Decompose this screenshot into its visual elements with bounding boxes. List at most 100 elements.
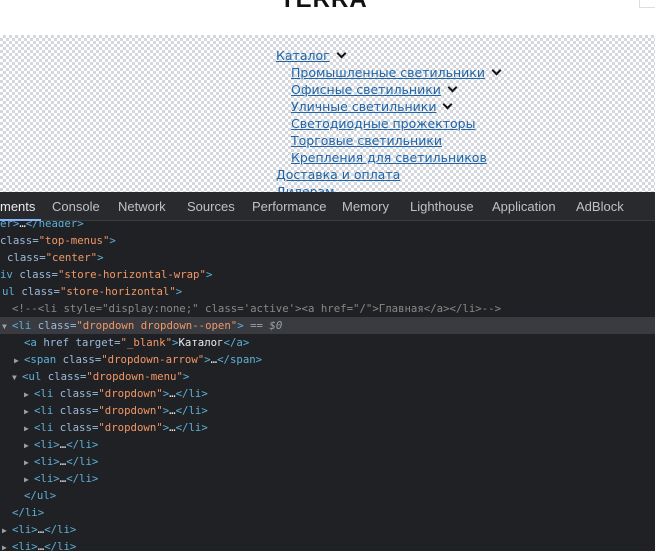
chevron-down-icon[interactable]	[443, 99, 453, 110]
chevron-down-icon[interactable]	[336, 48, 347, 59]
dom-node-line[interactable]: class="top-menus">	[0, 232, 655, 249]
dom-node-line[interactable]: ▶ <li>…</li>	[0, 538, 655, 551]
selected-dom-node-line[interactable]: ▼ <li class="dropdown dropdown--open"> ==…	[0, 317, 655, 334]
submenu-item: Светодиодные прожекторы	[291, 115, 500, 132]
catalog-link[interactable]: Каталог	[276, 48, 330, 63]
dom-node-line[interactable]: ▶ <li class="dropdown">…</li>	[0, 402, 655, 419]
dom-node-line[interactable]: iv class="store-horizontal-wrap">	[0, 266, 655, 283]
expand-triangle-icon[interactable]: ▼	[12, 369, 22, 386]
tab-sources[interactable]: Sources	[187, 192, 235, 221]
attr-name: class	[21, 285, 54, 298]
html-comment: <!--<li style="display:none;" class='act…	[12, 302, 502, 315]
submenu-link-mounts[interactable]: Крепления для светильников	[291, 150, 487, 165]
attr-value: "dropdown-arrow"	[101, 353, 205, 366]
catalog-submenu: Промышленные светильники Офисные светиль…	[276, 64, 502, 166]
delivery-link[interactable]: Доставка и оплата	[276, 167, 400, 182]
tag-text: >	[205, 268, 213, 281]
dom-node-line[interactable]: ▶ <li>…</li>	[0, 521, 655, 538]
dom-node-line[interactable]: </li>	[0, 504, 655, 521]
tag-text: <li	[34, 421, 54, 434]
dom-node-line[interactable]: ▶ <li class="dropdown">…</li>	[0, 385, 655, 402]
tab-elements[interactable]: ments	[0, 192, 42, 221]
tab-adblock[interactable]: AdBlock	[576, 192, 624, 221]
attr-name: class	[7, 251, 40, 264]
attr-value: "store-horizontal"	[59, 285, 176, 298]
attr-name: class	[59, 404, 92, 417]
chevron-down-icon[interactable]	[447, 82, 458, 93]
expand-triangle-icon[interactable]: ▶	[24, 437, 34, 454]
tag-text: <li>	[34, 438, 60, 451]
menu-item-catalog: Каталог Промышленные светильники Офисные…	[276, 47, 502, 166]
dom-node-line[interactable]: </ul>	[0, 487, 655, 504]
logo[interactable]: TERRA	[280, 0, 368, 14]
submenu-link-industrial[interactable]: Промышленные светильники	[291, 65, 485, 80]
submenu-link-floodlights[interactable]: Светодиодные прожекторы	[291, 116, 475, 131]
expand-triangle-icon[interactable]: ▶	[24, 403, 34, 420]
expand-triangle-icon[interactable]: ▶	[14, 352, 24, 369]
tag-text: >	[175, 285, 183, 298]
attr-value: "_blank"	[120, 336, 173, 349]
expand-triangle-icon[interactable]: ▶	[24, 386, 34, 403]
tab-memory[interactable]: Memory	[342, 192, 389, 221]
tag-text: </li>	[175, 387, 208, 400]
page-viewport: TERRA Каталог Промышленные светильники О…	[0, 0, 655, 192]
tag-text: iv	[0, 268, 13, 281]
dom-node-line[interactable]: ▶ <li>…</li>	[0, 470, 655, 487]
tab-console[interactable]: Console	[52, 192, 100, 221]
submenu-link-office[interactable]: Офисные светильники	[291, 82, 441, 97]
tag-text: </li>	[66, 472, 99, 485]
tag-text: <li	[34, 404, 54, 417]
dom-node-line[interactable]: ▶ <li class="dropdown">…</li>	[0, 419, 655, 436]
dom-node-line[interactable]: ▶ <span class="dropdown-arrow">…</span>	[0, 351, 655, 368]
expand-triangle-icon[interactable]: ▶	[24, 454, 34, 471]
submenu-link-street[interactable]: Уличные светильники	[291, 99, 436, 114]
expand-triangle-icon[interactable]: ▶	[2, 522, 12, 539]
tag-text: <li>	[34, 455, 60, 468]
expand-triangle-icon[interactable]: ▶	[24, 471, 34, 488]
tag-text: <a	[24, 336, 37, 349]
tab-application[interactable]: Application	[492, 192, 556, 221]
attr-value: "top-menus"	[38, 234, 110, 247]
submenu-item: Промышленные светильники	[291, 64, 502, 81]
tab-performance[interactable]: Performance	[252, 192, 326, 221]
dom-node-line[interactable]: class="center">	[0, 249, 655, 266]
dom-node-line[interactable]: ul class="store-horizontal">	[0, 283, 655, 300]
chevron-down-icon[interactable]	[491, 65, 502, 76]
tag-text: <li>	[12, 540, 38, 551]
tag-text: er>	[0, 221, 20, 230]
attr-name: class	[47, 370, 80, 383]
attr-name: class	[0, 234, 33, 247]
dom-node-line[interactable]: ▶ <li>…</li>	[0, 453, 655, 470]
dom-node-line[interactable]: ▶ <li>…</li>	[0, 436, 655, 453]
tag-text: <li	[12, 319, 32, 332]
dom-comment-line[interactable]: <!--<li style="display:none;" class='act…	[0, 300, 655, 317]
tag-text: </span>	[217, 353, 263, 366]
tag-text: </li>	[12, 506, 45, 519]
dom-node-line[interactable]: er>…</header>	[0, 221, 655, 232]
expand-triangle-icon[interactable]: ▶	[24, 420, 34, 437]
attr-name: class	[19, 268, 52, 281]
dom-node-line[interactable]: ▼ <ul class="dropdown-menu">	[0, 368, 655, 385]
tag-text: </ul>	[24, 489, 57, 502]
submenu-item: Крепления для светильников	[291, 149, 500, 166]
header-corner	[639, 0, 655, 8]
submenu-link-retail[interactable]: Торговые светильники	[291, 133, 442, 148]
tag-text: <li	[34, 387, 54, 400]
tag-text: >	[109, 234, 116, 247]
dom-tree[interactable]: er>…</header> class="top-menus"> class="…	[0, 221, 655, 551]
attr-value: "store-horizontal-wrap"	[57, 268, 206, 281]
devtools-panel: ments Console Network Sources Performanc…	[0, 192, 655, 551]
dealers-link[interactable]: Дилерам	[276, 184, 335, 192]
tab-network[interactable]: Network	[118, 192, 166, 221]
tag-text: <span	[24, 353, 57, 366]
dom-node-line[interactable]: <a href target="_blank">Каталог</a>	[0, 334, 655, 351]
menu-item-delivery: Доставка и оплата	[276, 166, 500, 183]
tag-text: >	[182, 370, 190, 383]
tag-text: </li>	[44, 523, 77, 536]
expand-triangle-icon[interactable]: ▼	[2, 318, 12, 335]
submenu-item: Уличные светильники	[291, 98, 500, 115]
site-header: TERRA	[0, 0, 655, 35]
expand-triangle-icon[interactable]: ▶	[2, 539, 12, 551]
tab-lighthouse[interactable]: Lighthouse	[410, 192, 474, 221]
devtools-tab-bar: ments Console Network Sources Performanc…	[0, 192, 655, 221]
